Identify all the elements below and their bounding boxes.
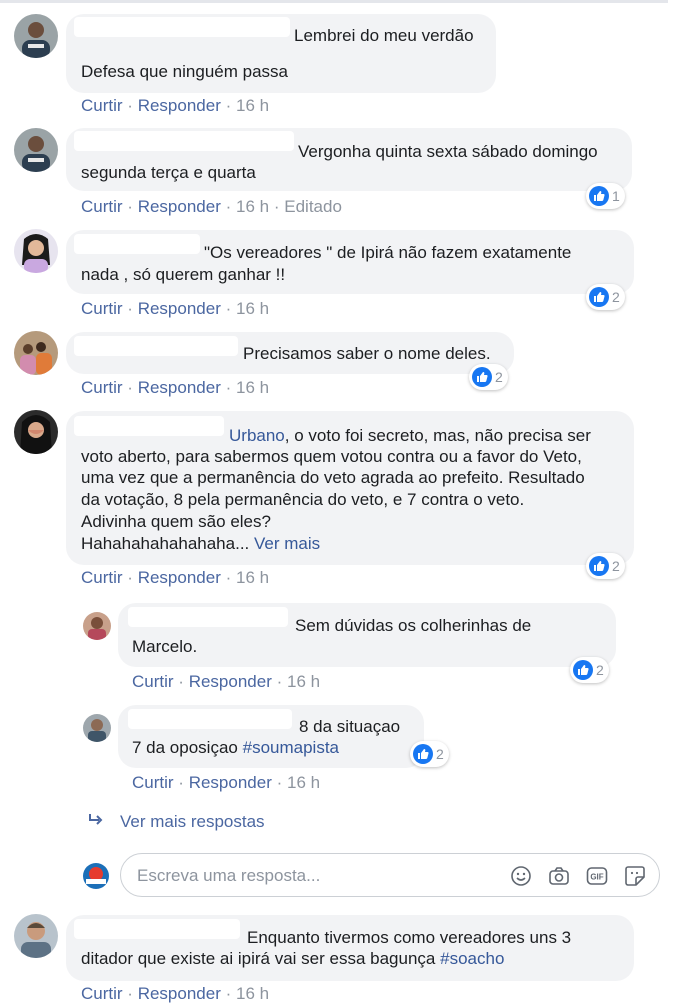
like-icon [589,287,609,307]
gif-icon[interactable]: GIF [585,864,609,888]
comment-actions: Curtir · Responder · 16 h [81,568,270,587]
timestamp[interactable]: 16 h [236,299,269,318]
comment-actions: Curtir · Responder · 16 h [81,984,270,1003]
timestamp[interactable]: 16 h [236,197,269,216]
comment-text: Enquanto tivermos como vereadores uns 3 [247,928,572,947]
comment-text: nada , só querem ganhar !! [81,265,286,284]
like-link[interactable]: Curtir [81,197,123,216]
comment-text: Hahahahahahahaha... Ver mais [81,534,321,553]
reply-link[interactable]: Responder [138,568,221,587]
reply-link[interactable]: Responder [189,672,272,691]
author-name-redacted[interactable] [74,336,238,356]
comment-text: voto aberto, para sabermos quem votou co… [81,447,582,466]
author-name-redacted[interactable] [128,709,292,729]
edited-label[interactable]: Editado [284,197,342,216]
timestamp[interactable]: 16 h [287,773,320,792]
comment-text: da votação, 8 pela permanência do veto, … [81,490,525,509]
comment-text: Urbano, o voto foi secreto, mas, não pre… [229,426,591,445]
reply-text: Marcelo. [132,637,198,656]
like-link[interactable]: Curtir [81,96,123,115]
reaction-count[interactable]: 2 [410,741,449,767]
avatar[interactable] [14,331,58,375]
timestamp[interactable]: 16 h [236,96,269,115]
avatar[interactable] [14,229,58,273]
see-more-link[interactable]: Ver mais [254,534,320,553]
author-name-redacted[interactable] [74,131,294,151]
hashtag-link[interactable]: #soacho [440,949,504,968]
reply-link[interactable]: Responder [138,96,221,115]
like-link[interactable]: Curtir [81,568,123,587]
like-link[interactable]: Curtir [81,984,123,1003]
reply-text: Sem dúvidas os colherinhas de [295,616,532,635]
reply-text: 7 da oposiçao #soumapista [132,738,339,757]
reply-input[interactable] [135,862,499,890]
avatar[interactable] [14,914,58,958]
author-name-redacted[interactable] [74,416,224,436]
like-link[interactable]: Curtir [81,299,123,318]
reply-link[interactable]: Responder [138,197,221,216]
like-icon [589,556,609,576]
svg-text:GIF: GIF [590,873,603,882]
like-icon [589,186,609,206]
avatar[interactable] [14,14,58,58]
author-name-redacted[interactable] [74,17,290,37]
timestamp[interactable]: 16 h [287,672,320,691]
camera-icon[interactable] [547,864,571,888]
avatar[interactable] [83,714,111,742]
reaction-count[interactable]: 2 [570,657,609,683]
timestamp[interactable]: 16 h [236,984,269,1003]
like-icon [573,660,593,680]
reply-actions: Curtir · Responder · 16 h [132,672,321,691]
comment-actions: Curtir · Responder · 16 h · Editado [81,197,342,216]
comment-actions: Curtir · Responder · 16 h [81,96,270,115]
like-icon [472,367,492,387]
reply-actions: Curtir · Responder · 16 h [132,773,321,792]
like-link[interactable]: Curtir [132,773,174,792]
like-link[interactable]: Curtir [81,378,123,397]
comment-actions: Curtir · Responder · 16 h [81,299,270,318]
top-divider [0,0,668,3]
avatar[interactable] [14,410,58,454]
reaction-count[interactable]: 2 [469,364,508,390]
author-name-redacted[interactable] [74,919,240,939]
comment-text: Vergonha quinta sexta sábado domingo [298,142,598,161]
like-link[interactable]: Curtir [132,672,174,691]
reaction-count[interactable]: 2 [586,284,625,310]
reaction-count[interactable]: 1 [586,183,625,209]
comment-text: Defesa que ninguém passa [81,62,288,81]
author-name-redacted[interactable] [128,607,288,627]
avatar[interactable] [83,612,111,640]
mention-link[interactable]: Urbano [229,426,285,445]
timestamp[interactable]: 16 h [236,378,269,397]
reply-link[interactable]: Responder [138,984,221,1003]
reply-link[interactable]: Responder [189,773,272,792]
comment-text: segunda terça e quarta [81,163,256,182]
like-icon [413,744,433,764]
hashtag-link[interactable]: #soumapista [243,738,339,757]
reply-composer[interactable]: GIF [120,853,660,897]
avatar[interactable] [14,128,58,172]
reply-link[interactable]: Responder [138,378,221,397]
comment-text: Precisamos saber o nome deles. [243,344,491,363]
comment-text: "Os vereadores " de Ipirá não fazem exat… [204,243,572,262]
comment-text: Lembrei do meu verdão [294,26,474,45]
comment-actions: Curtir · Responder · 16 h [81,378,270,397]
comment-text: ditador que existe ai ipirá vai ser essa… [81,949,505,968]
current-user-avatar[interactable] [82,862,110,890]
comment-text: Adivinha quem são eles? [81,512,271,531]
reaction-count[interactable]: 2 [586,553,625,579]
sticker-icon[interactable] [623,864,647,888]
reply-link[interactable]: Responder [138,299,221,318]
author-name-redacted[interactable] [74,234,200,254]
emoji-icon[interactable] [509,864,533,888]
reply-arrow-icon [88,812,110,832]
comment-text: uma vez que a permanência do veto agrada… [81,468,585,487]
timestamp[interactable]: 16 h [236,568,269,587]
reply-text: 8 da situaçao [299,717,401,736]
more-replies-link[interactable]: Ver mais respostas [88,812,265,832]
